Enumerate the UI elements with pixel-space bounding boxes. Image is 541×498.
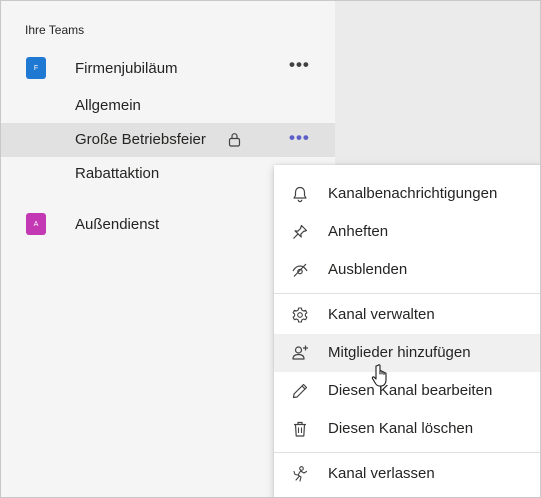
channel-context-menu: Kanalbenachrichtigungen Anheften Ausblen… bbox=[274, 165, 540, 497]
trash-icon bbox=[294, 421, 306, 437]
add-person-icon bbox=[292, 345, 308, 360]
team-firmenjubilaeum[interactable]: F Firmenjubiläum ••• bbox=[1, 51, 335, 87]
channel-label: Allgemein bbox=[75, 97, 141, 114]
menu-item-label: Diesen Kanal bearbeiten bbox=[328, 382, 493, 399]
teams-section-header: Ihre Teams bbox=[25, 23, 85, 37]
channel-allgemein[interactable]: Allgemein bbox=[1, 89, 335, 123]
team-avatar: A bbox=[26, 213, 46, 235]
menu-item-label: Kanal verwalten bbox=[328, 306, 435, 323]
leave-icon bbox=[293, 466, 308, 482]
channel-label: Rabattaktion bbox=[75, 165, 160, 182]
menu-divider bbox=[274, 293, 540, 294]
teams-window: Ihre Teams F Firmenjubiläum ••• Allgemei… bbox=[0, 0, 541, 498]
team-name: Außendienst bbox=[75, 216, 160, 233]
bell-icon bbox=[293, 186, 307, 203]
menu-item-label: Kanalbenachrichtigungen bbox=[328, 185, 498, 202]
menu-item-kanal-verlassen[interactable]: Kanal verlassen bbox=[274, 455, 540, 493]
eye-off-icon bbox=[292, 263, 308, 277]
menu-item-kanal-bearbeiten[interactable]: Diesen Kanal bearbeiten bbox=[274, 372, 540, 410]
menu-item-label: Kanal verlassen bbox=[328, 465, 435, 482]
gear-icon bbox=[292, 307, 308, 323]
more-options-icon[interactable]: ••• bbox=[289, 55, 310, 75]
pin-icon bbox=[293, 224, 308, 239]
pencil-icon bbox=[292, 383, 308, 399]
menu-divider bbox=[274, 452, 540, 453]
menu-item-anheften[interactable]: Anheften bbox=[274, 213, 540, 251]
hand-cursor-icon bbox=[371, 364, 387, 387]
more-options-icon[interactable]: ••• bbox=[289, 128, 310, 148]
menu-item-label: Mitglieder hinzufügen bbox=[328, 344, 471, 361]
menu-item-mitglieder-hinzufuegen[interactable]: Mitglieder hinzufügen bbox=[274, 334, 540, 372]
lock-icon bbox=[228, 133, 241, 147]
menu-item-label: Ausblenden bbox=[328, 261, 408, 278]
team-name: Firmenjubiläum bbox=[75, 60, 178, 77]
menu-item-label: Diesen Kanal löschen bbox=[328, 420, 474, 437]
channel-label: Große Betriebsfeier bbox=[75, 131, 206, 148]
channel-grosse-betriebsfeier[interactable]: Große Betriebsfeier ••• bbox=[1, 123, 335, 157]
team-avatar: F bbox=[26, 57, 46, 79]
menu-item-kanal-verwalten[interactable]: Kanal verwalten bbox=[274, 296, 540, 334]
menu-item-kanal-loeschen[interactable]: Diesen Kanal löschen bbox=[274, 410, 540, 448]
menu-item-label: Anheften bbox=[328, 223, 389, 240]
menu-item-ausblenden[interactable]: Ausblenden bbox=[274, 251, 540, 289]
menu-item-kanalbenachrichtigungen[interactable]: Kanalbenachrichtigungen bbox=[274, 175, 540, 213]
